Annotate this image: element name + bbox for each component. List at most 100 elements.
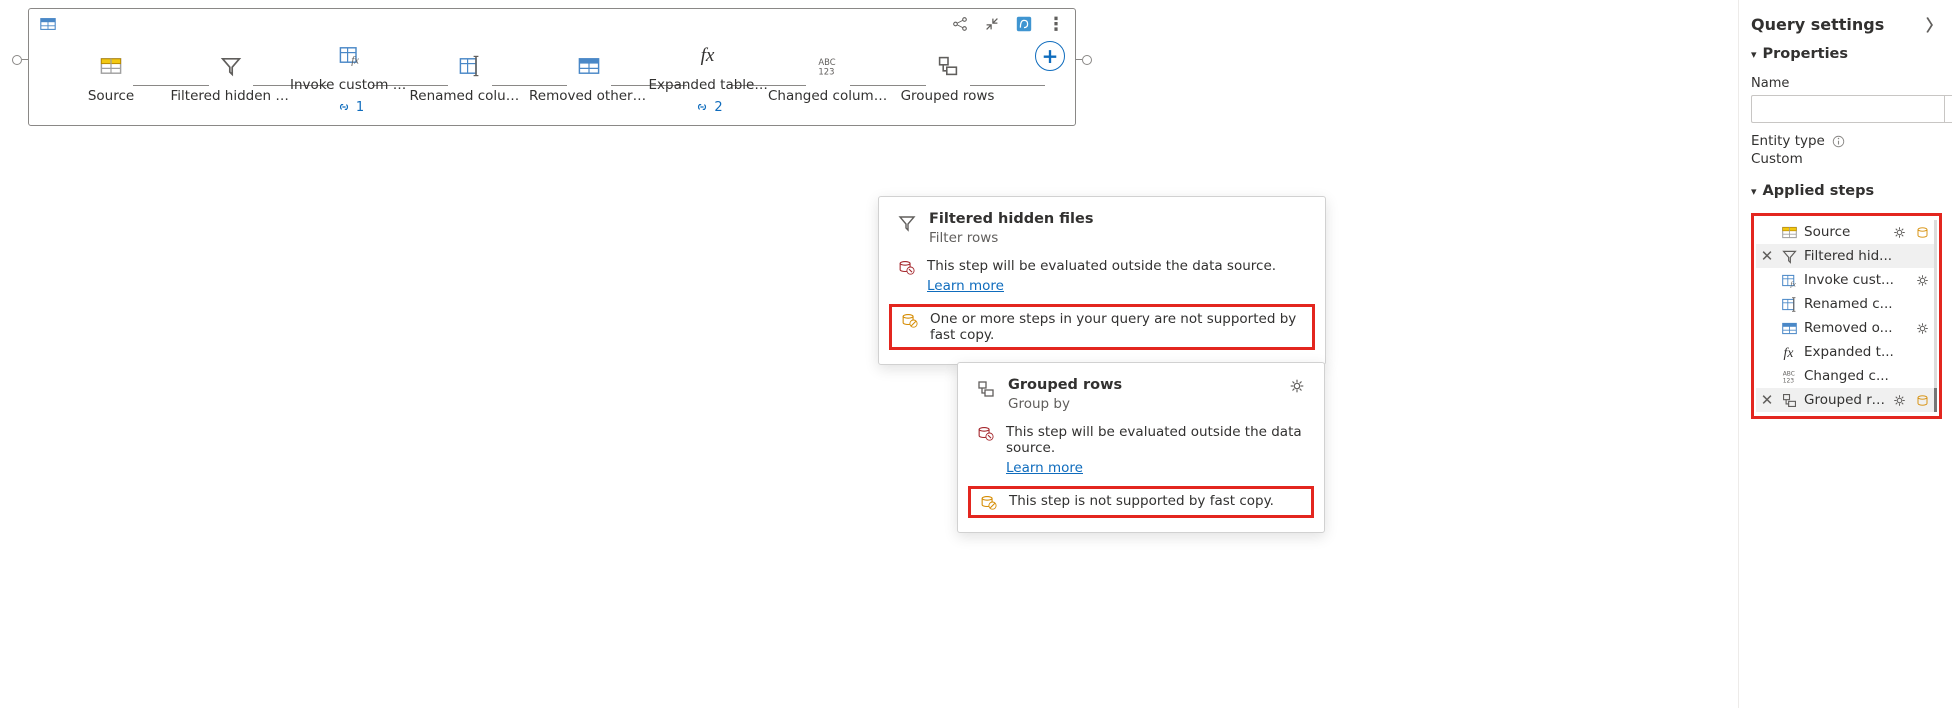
remove-step-icon[interactable]: ✕ (1760, 391, 1774, 409)
applied-step[interactable]: Renamed c... (1756, 292, 1937, 316)
flow-step[interactable]: Expanded table c... 2 (647, 41, 771, 115)
table-blue-icon (575, 52, 603, 80)
name-more-button[interactable]: ... (1944, 95, 1952, 123)
tooltip-title: Grouped rows (1008, 377, 1122, 393)
flow-step[interactable]: Filtered hidden fi... (169, 52, 293, 104)
applied-step[interactable]: ✕ Grouped ro... (1756, 388, 1937, 412)
edge-dot-right (1082, 55, 1092, 65)
flow-step-label: Renamed columns (410, 88, 530, 104)
link-badge[interactable]: 2 (694, 99, 722, 115)
fx-icon (695, 41, 723, 69)
filter-icon (897, 213, 917, 233)
tooltip-warn: This step will be evaluated outside the … (1006, 424, 1302, 456)
tooltip-fastcopy-msg: This step is not supported by fast copy. (1009, 493, 1274, 509)
applied-step[interactable]: ✕ Filtered hid... (1756, 244, 1937, 268)
chevron-down-icon[interactable]: ▾ (1751, 48, 1757, 61)
table-orange-icon (1780, 223, 1798, 241)
flow-step[interactable]: Removed other c... (527, 52, 651, 104)
tooltip-filtered: Filtered hidden files Filter rows This s… (878, 196, 1326, 365)
add-step-button[interactable]: + (1035, 41, 1065, 71)
datasource-icon (1915, 393, 1930, 408)
flow-step[interactable]: Grouped rows (886, 52, 1010, 104)
collapse-icon[interactable] (983, 15, 1001, 33)
table-fx-icon (336, 41, 364, 69)
step-name: Renamed c... (1804, 296, 1930, 312)
filter-icon (217, 52, 245, 80)
applied-step[interactable]: Expanded t... (1756, 340, 1937, 364)
applied-step[interactable]: Changed c... (1756, 364, 1937, 388)
powerquery-icon[interactable] (1015, 15, 1033, 33)
group-icon (976, 379, 996, 399)
flow-step[interactable]: Source (49, 52, 173, 104)
entity-type-label: Entity type (1751, 133, 1825, 149)
applied-step[interactable]: Invoke cust... (1756, 268, 1937, 292)
applied-steps-header: Applied steps (1763, 183, 1875, 199)
link-badge[interactable]: 1 (336, 99, 364, 115)
panel-title: Query settings (1751, 15, 1884, 34)
name-input[interactable] (1751, 95, 1944, 123)
learn-more-link[interactable]: Learn more (1006, 460, 1306, 476)
table-icon (39, 15, 57, 33)
tooltip-grouped: Grouped rows Group by This step will be … (957, 362, 1325, 533)
diagram-canvas: ⋮ Source Filtered hidden fi... Invoke cu… (0, 0, 1738, 708)
flow-step[interactable]: Invoke custom fu... 1 (288, 41, 412, 115)
share-icon[interactable] (951, 15, 969, 33)
flow-step-label: Source (88, 88, 134, 104)
step-name: Invoke cust... (1804, 272, 1909, 288)
tooltip-warn: This step will be evaluated outside the … (927, 258, 1276, 274)
db-warn-icon (976, 424, 994, 442)
flow-step[interactable]: Changed column... (766, 52, 890, 104)
gear-icon[interactable] (1892, 225, 1907, 240)
chevron-right-icon[interactable]: 〉 (1926, 12, 1942, 36)
query-settings-panel: Query settings 〉 ▾ Properties Name ... E… (1738, 0, 1952, 708)
table-fx-icon (1780, 271, 1798, 289)
filter-icon (1780, 247, 1798, 265)
name-label: Name (1751, 76, 1942, 91)
step-name: Expanded t... (1804, 344, 1930, 360)
gear-icon[interactable] (1288, 377, 1306, 395)
flow-step-label: Removed other c... (529, 88, 649, 104)
step-name: Source (1804, 224, 1886, 240)
gear-icon[interactable] (1915, 273, 1930, 288)
table-orange-icon (97, 52, 125, 80)
gear-icon[interactable] (1915, 321, 1930, 336)
abc123-icon (1780, 367, 1798, 385)
table-blue-icon (1780, 319, 1798, 337)
flow-row: Source Filtered hidden fi... Invoke cust… (39, 37, 1065, 115)
applied-step[interactable]: Source (1756, 220, 1937, 244)
applied-steps-list: Source ✕ Filtered hid... Invoke cust... … (1751, 213, 1942, 419)
flow-step-label: Filtered hidden fi... (171, 88, 291, 104)
db-block-icon (900, 311, 918, 329)
tooltip-title: Filtered hidden files (929, 211, 1093, 227)
db-block-icon (979, 493, 997, 511)
applied-step[interactable]: Removed o... (1756, 316, 1937, 340)
flow-step-label: Invoke custom fu... (290, 77, 410, 93)
remove-step-icon[interactable]: ✕ (1760, 247, 1774, 265)
entity-type-value: Custom (1751, 151, 1942, 167)
abc123-icon (814, 52, 842, 80)
learn-more-link[interactable]: Learn more (927, 278, 1276, 294)
tooltip-fastcopy-msg: One or more steps in your query are not … (930, 311, 1304, 343)
step-name: Grouped ro... (1804, 392, 1886, 408)
query-flow-box: ⋮ Source Filtered hidden fi... Invoke cu… (28, 8, 1076, 126)
chevron-down-icon[interactable]: ▾ (1751, 185, 1757, 198)
fx-icon (1780, 343, 1798, 361)
step-name: Removed o... (1804, 320, 1909, 336)
rename-icon (456, 52, 484, 80)
flow-step[interactable]: Renamed columns (408, 52, 532, 104)
tooltip-subtitle: Filter rows (929, 230, 1093, 246)
group-icon (1780, 391, 1798, 409)
flow-step-label: Changed column... (768, 88, 888, 104)
properties-header: Properties (1763, 46, 1848, 62)
edge-dot-left (12, 55, 22, 65)
gear-icon[interactable] (1892, 393, 1907, 408)
db-warn-icon (897, 258, 915, 276)
datasource-icon (1915, 225, 1930, 240)
step-name: Changed c... (1804, 368, 1930, 384)
info-icon[interactable] (1831, 134, 1846, 149)
tooltip-subtitle: Group by (1008, 396, 1122, 412)
more-icon[interactable]: ⋮ (1047, 15, 1065, 33)
flow-step-label: Expanded table c... (649, 77, 769, 93)
group-icon (934, 52, 962, 80)
rename-icon (1780, 295, 1798, 313)
